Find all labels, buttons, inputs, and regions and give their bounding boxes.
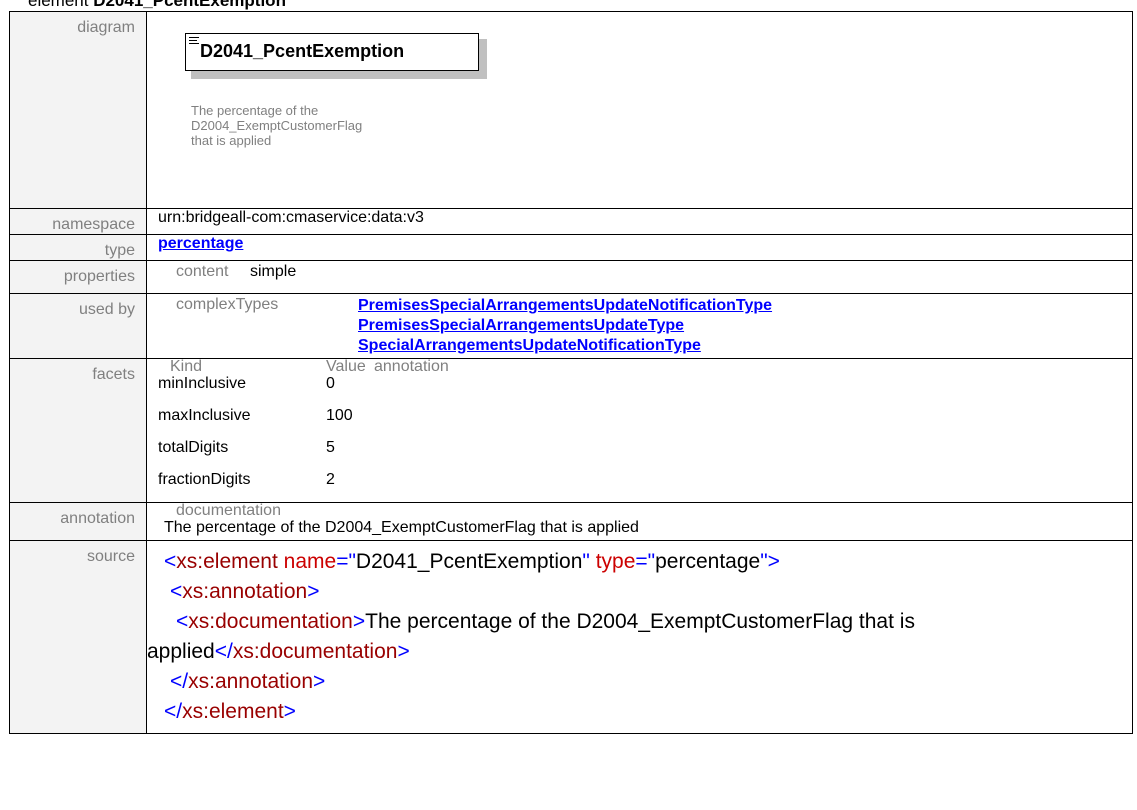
- annotation-label: annotation: [9, 502, 147, 541]
- used-by-links: PremisesSpecialArrangementsUpdateNotific…: [358, 296, 772, 356]
- source-code: <xs:element name="D2041_PcentExemption" …: [147, 541, 1132, 733]
- source-line: <xs:annotation>: [170, 580, 320, 603]
- facet-value: 2: [326, 471, 335, 488]
- page-heading: element D2041_PcentExemption: [28, 0, 286, 11]
- facets-header-row: Kind Value annotation: [158, 358, 449, 375]
- facets-cell: Kind Value annotation minInclusive 0 max…: [146, 358, 1133, 503]
- facets-row: facets Kind Value annotation minInclusiv…: [9, 358, 1133, 503]
- namespace-value: urn:bridgeall-com:cmaservice:data:v3: [146, 208, 1133, 235]
- facets-table: Kind Value annotation minInclusive 0 max…: [158, 359, 449, 502]
- xml-tag: xs:documentation: [188, 610, 353, 633]
- used-by-key: complexTypes: [176, 296, 279, 313]
- source-cell: <xs:element name="D2041_PcentExemption" …: [146, 540, 1133, 734]
- facet-row: totalDigits 5: [158, 438, 449, 470]
- diagram-description: The percentage of the D2004_ExemptCustom…: [191, 103, 391, 148]
- documentation-header: documentation: [176, 502, 281, 519]
- element-list-icon: [189, 37, 199, 46]
- used-by-link[interactable]: PremisesSpecialArrangementsUpdateType: [358, 316, 772, 336]
- diagram-label: diagram: [9, 11, 147, 209]
- xml-attr: name: [283, 550, 337, 573]
- xml-attr-value: percentage: [655, 550, 761, 573]
- diagram-element-box[interactable]: D2041_PcentExemption: [185, 33, 479, 71]
- diagram-description-line: D2004_ExemptCustomerFlag: [191, 118, 363, 133]
- used-by-entry: complexTypes PremisesSpecialArrangements…: [158, 294, 1132, 358]
- annotation-cell: documentation The percentage of the D200…: [146, 502, 1133, 541]
- used-by-link[interactable]: PremisesSpecialArrangementsUpdateNotific…: [358, 296, 772, 316]
- type-link[interactable]: percentage: [158, 235, 243, 252]
- annotation-row: annotation documentation The percentage …: [9, 502, 1133, 541]
- diagram-description-line: The percentage of the: [191, 103, 319, 118]
- facet-kind: totalDigits: [158, 439, 229, 456]
- used-by-link[interactable]: SpecialArrangementsUpdateNotificationTyp…: [358, 336, 772, 356]
- xml-attr-value: D2041_PcentExemption: [355, 550, 583, 573]
- xml-text: applied: [147, 640, 215, 663]
- facet-row: maxInclusive 100: [158, 406, 449, 438]
- facets-header-value: Value: [326, 358, 366, 375]
- annotation-block: documentation The percentage of the D200…: [158, 503, 1132, 540]
- facet-row: minInclusive 0: [158, 374, 449, 406]
- properties-cell: content simple: [146, 260, 1133, 294]
- facet-value: 0: [326, 375, 335, 392]
- used-by-cell: complexTypes PremisesSpecialArrangements…: [146, 293, 1133, 359]
- facets-label: facets: [9, 358, 147, 503]
- source-line: </xs:element>: [164, 700, 296, 723]
- source-label: source: [9, 540, 147, 734]
- source-row: source <xs:element name="D2041_PcentExem…: [9, 540, 1133, 734]
- property-key: content: [176, 263, 229, 280]
- xml-tag: xs:element: [182, 700, 284, 723]
- source-line: </xs:annotation>: [170, 670, 326, 693]
- namespace-label: namespace: [9, 208, 147, 235]
- xml-attr: type: [595, 550, 636, 573]
- source-line: applied</xs:documentation>: [147, 640, 410, 663]
- heading-prefix: element: [28, 0, 94, 10]
- element-doc-table: diagram D2041_PcentExemption The percent…: [9, 11, 1133, 734]
- properties-row: properties content simple: [9, 260, 1133, 294]
- xml-tag: xs:annotation: [188, 670, 314, 693]
- source-line: <xs:documentation>The percentage of the …: [176, 610, 915, 633]
- xml-tag: xs:documentation: [232, 640, 398, 663]
- used-by-label: used by: [9, 293, 147, 359]
- facet-kind: fractionDigits: [158, 471, 251, 488]
- used-by-row: used by complexTypes PremisesSpecialArra…: [9, 293, 1133, 359]
- type-label: type: [9, 234, 147, 261]
- type-cell: percentage: [146, 234, 1133, 261]
- facet-row: fractionDigits 2: [158, 470, 449, 502]
- facet-kind: minInclusive: [158, 375, 247, 392]
- element-diagram: D2041_PcentExemption The percentage of t…: [158, 12, 1132, 208]
- namespace-row: namespace urn:bridgeall-com:cmaservice:d…: [9, 208, 1133, 235]
- facet-value: 5: [326, 439, 335, 456]
- property-entry: content simple: [158, 261, 1132, 281]
- source-line: <xs:element name="D2041_PcentExemption" …: [164, 550, 780, 573]
- diagram-element-name: D2041_PcentExemption: [200, 41, 405, 61]
- facet-value: 100: [326, 407, 353, 424]
- property-value: simple: [250, 263, 297, 280]
- diagram-cell: D2041_PcentExemption The percentage of t…: [146, 11, 1133, 209]
- diagram-description-line: that is applied: [191, 133, 272, 148]
- documentation-text: The percentage of the D2004_ExemptCustom…: [164, 519, 639, 536]
- facets-header-annotation: annotation: [374, 358, 449, 375]
- xml-tag: xs:annotation: [182, 580, 308, 603]
- facets-header-kind: Kind: [170, 358, 203, 375]
- properties-label: properties: [9, 260, 147, 294]
- facet-kind: maxInclusive: [158, 407, 251, 424]
- type-row: type percentage: [9, 234, 1133, 261]
- diagram-row: diagram D2041_PcentExemption The percent…: [9, 11, 1133, 209]
- xml-text: The percentage of the D2004_ExemptCustom…: [365, 610, 915, 633]
- heading-element-name: D2041_PcentExemption: [93, 0, 286, 10]
- xml-tag: xs:element: [176, 550, 278, 573]
